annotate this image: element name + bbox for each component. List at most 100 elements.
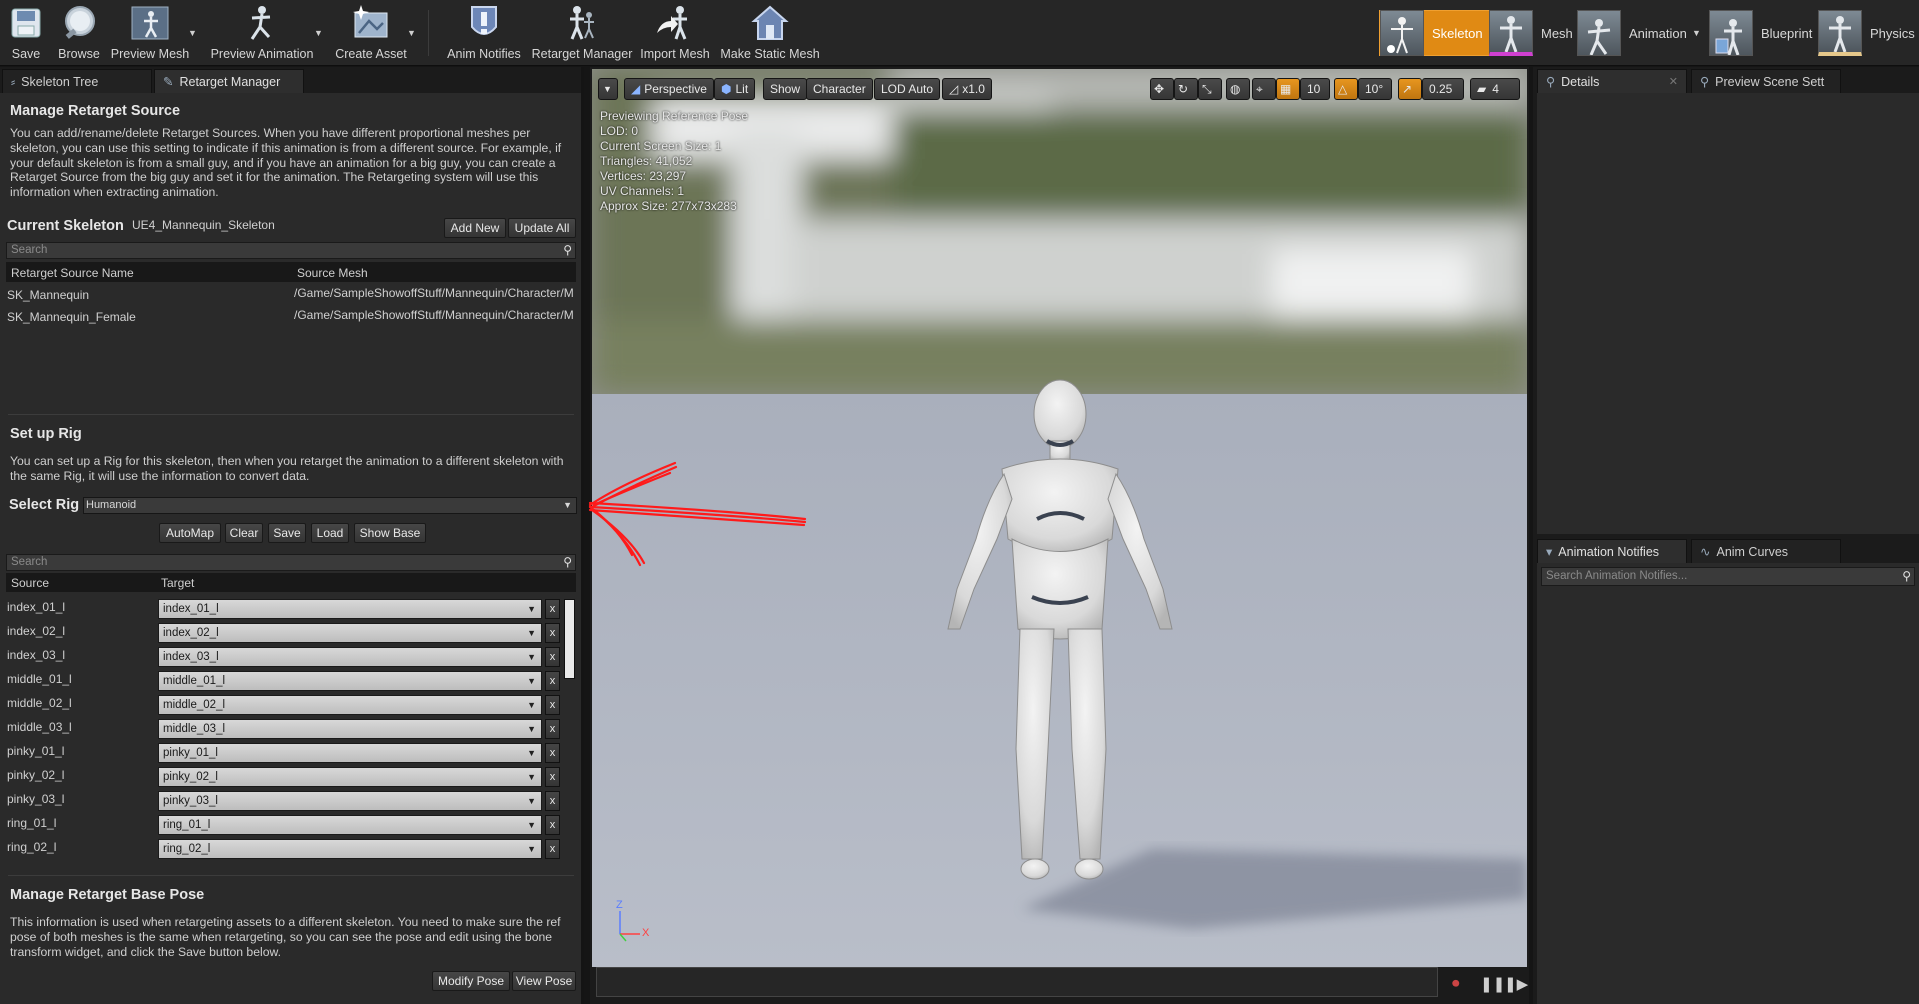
translate-icon[interactable]: ✥ [1150, 78, 1174, 100]
modify-pose-button[interactable]: Modify Pose [432, 971, 510, 991]
make-static-mesh-button[interactable]: Make Static Mesh [718, 2, 822, 64]
retarget-source-description: You can add/rename/delete Retarget Sourc… [10, 126, 562, 200]
update-all-button[interactable]: Update All [508, 218, 576, 238]
mode-skeleton-button[interactable]: Skeleton [1379, 10, 1492, 56]
mapping-target-combo[interactable]: middle_03_l ▼ [158, 719, 542, 739]
scale-snap-value[interactable]: 0.25 [1422, 78, 1464, 100]
rig-search-input[interactable]: Search ⚲ [6, 554, 576, 571]
tab-retarget-manager[interactable]: ✎ Retarget Manager [154, 69, 304, 93]
column-header-source-mesh[interactable]: Source Mesh [297, 266, 368, 280]
tab-animation-notifies[interactable]: ▾ Animation Notifies [1537, 539, 1687, 563]
preview-animation-label: Preview Animation [210, 47, 314, 61]
chevron-down-icon: ▼ [527, 652, 536, 662]
details-panel: ⚲ Details ✕ ⚲ Preview Scene Sett [1537, 67, 1919, 534]
mode-mesh-button[interactable]: Mesh [1489, 10, 1573, 56]
column-header-source: Source [11, 576, 50, 590]
clear-mapping-button[interactable]: x [545, 791, 560, 811]
show-button[interactable]: Show [763, 78, 808, 100]
create-asset-dropdown-icon[interactable]: ▼ [407, 28, 417, 38]
view-pose-button[interactable]: View Pose [512, 971, 576, 991]
mapping-target-combo[interactable]: middle_02_l ▼ [158, 695, 542, 715]
world-local-icon[interactable]: ◍ [1226, 78, 1250, 100]
mapping-target-combo[interactable]: pinky_03_l ▼ [158, 791, 542, 811]
preview-mesh-dropdown-icon[interactable]: ▼ [188, 28, 198, 38]
mapping-target-combo[interactable]: pinky_01_l ▼ [158, 743, 542, 763]
mode-blueprint-button[interactable]: Blueprint [1709, 10, 1812, 56]
camera-speed-button[interactable]: ▰ 4 [1470, 78, 1520, 100]
clear-mapping-button[interactable]: x [545, 839, 560, 859]
tab-skeleton-tree[interactable]: ⸗ Skeleton Tree [2, 69, 152, 93]
tab-preview-scene-settings[interactable]: ⚲ Preview Scene Sett [1691, 69, 1841, 93]
chevron-down-icon: ▼ [527, 796, 536, 806]
step-forward-icon[interactable]: ❚▶ [1504, 975, 1528, 993]
mapping-target-combo[interactable]: index_01_l ▼ [158, 599, 542, 619]
playback-speed-button[interactable]: ◿ x1.0 [942, 78, 992, 100]
mode-physics-button[interactable]: Physics [1818, 10, 1915, 56]
clear-mapping-button[interactable]: x [545, 815, 560, 835]
tab-details[interactable]: ⚲ Details ✕ [1537, 69, 1687, 93]
notifies-search-input[interactable]: Search Animation Notifies... ⚲ [1541, 567, 1915, 586]
import-mesh-icon [653, 2, 697, 44]
clear-mapping-button[interactable]: x [545, 695, 560, 715]
automap-button[interactable]: AutoMap [159, 523, 221, 543]
add-new-button[interactable]: Add New [444, 218, 506, 238]
anim-notifies-label: Anim Notifies [447, 47, 521, 61]
browse-button[interactable]: Browse [56, 2, 102, 64]
clear-mapping-button[interactable]: x [545, 719, 560, 739]
save-button[interactable]: Save [4, 2, 48, 64]
close-icon[interactable]: ✕ [1669, 75, 1678, 88]
animation-mode-dropdown-icon[interactable]: ▼ [1692, 28, 1702, 38]
preview-mesh-button[interactable]: Preview Mesh [110, 2, 190, 64]
mapping-target-combo[interactable]: pinky_02_l ▼ [158, 767, 542, 787]
pause-icon[interactable]: ❚❚ [1480, 975, 1505, 993]
lit-button[interactable]: ⬢ Lit [714, 78, 756, 100]
select-rig-dropdown[interactable]: Humanoid ▼ [83, 497, 577, 514]
rotation-snap-icon[interactable]: △ [1334, 78, 1358, 100]
clear-mapping-button[interactable]: x [545, 599, 560, 619]
save-rig-button[interactable]: Save [268, 523, 306, 543]
tab-anim-curves[interactable]: ∿ Anim Curves [1691, 539, 1841, 563]
grid-size-value[interactable]: 10 [1300, 78, 1330, 100]
clear-mapping-button[interactable]: x [545, 623, 560, 643]
preview-animation-dropdown-icon[interactable]: ▼ [314, 28, 324, 38]
rotate-icon[interactable]: ↻ [1174, 78, 1198, 100]
retarget-source-search-input[interactable]: Search ⚲ [6, 242, 576, 259]
preview-animation-button[interactable]: Preview Animation [208, 2, 316, 64]
table-row[interactable]: SK_Mannequin /Game/SampleShowoffStuff/Ma… [6, 286, 576, 304]
load-rig-button[interactable]: Load [311, 523, 349, 543]
clear-mapping-button[interactable]: x [545, 671, 560, 691]
mapping-scrollbar[interactable] [564, 599, 575, 679]
clear-mapping-button[interactable]: x [545, 647, 560, 667]
mapping-target-combo[interactable]: ring_02_l ▼ [158, 839, 542, 859]
show-base-button[interactable]: Show Base [354, 523, 426, 543]
clear-mapping-button[interactable]: x [545, 767, 560, 787]
mode-animation-button[interactable]: Animation [1577, 10, 1687, 56]
surface-snap-icon[interactable]: ⌖ [1252, 78, 1276, 100]
mapping-target-combo[interactable]: index_03_l ▼ [158, 647, 542, 667]
lod-button[interactable]: LOD Auto [874, 78, 941, 100]
grid-snap-icon[interactable]: ▦ [1276, 78, 1300, 100]
clear-mapping-button[interactable]: x [545, 743, 560, 763]
mode-skeleton-label: Skeleton [1432, 25, 1483, 41]
perspective-button[interactable]: ◢ Perspective [624, 78, 714, 100]
mapping-target-value: middle_01_l [163, 675, 226, 687]
anim-notifies-button[interactable]: Anim Notifies [446, 2, 522, 64]
rotation-snap-value[interactable]: 10° [1358, 78, 1392, 100]
import-mesh-button[interactable]: Import Mesh [640, 2, 710, 64]
scale-snap-icon[interactable]: ↗ [1398, 78, 1422, 100]
mapping-target-value: pinky_01_l [163, 747, 218, 759]
timeline-scrubber[interactable] [596, 967, 1438, 997]
viewport-options-button[interactable]: ▼ [598, 78, 618, 100]
mesh-mode-icon [1489, 10, 1533, 56]
retarget-manager-button[interactable]: Retarget Manager [532, 2, 632, 64]
column-header-retarget-source-name[interactable]: Retarget Source Name [11, 266, 134, 280]
character-button[interactable]: Character [806, 78, 873, 100]
mapping-target-combo[interactable]: middle_01_l ▼ [158, 671, 542, 691]
table-row[interactable]: SK_Mannequin_Female /Game/SampleShowoffS… [6, 308, 576, 326]
scale-icon[interactable]: ⤡ [1198, 78, 1222, 100]
record-icon[interactable]: ⏺ [1452, 975, 1460, 992]
mapping-target-combo[interactable]: index_02_l ▼ [158, 623, 542, 643]
create-asset-button[interactable]: Create Asset [334, 2, 408, 64]
clear-button[interactable]: Clear [225, 523, 263, 543]
mapping-target-combo[interactable]: ring_01_l ▼ [158, 815, 542, 835]
